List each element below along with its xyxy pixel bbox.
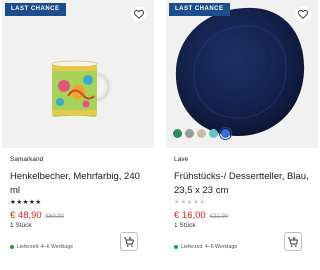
current-price: € 48,90: [10, 210, 42, 221]
product-brand: Samarkand: [10, 156, 44, 163]
product-card-plate[interactable]: LAST CHANCE Lave Frühstücks-/ Desserttel…: [166, 0, 318, 270]
original-price: €22,90: [209, 214, 229, 220]
price-row: € 16,00 €22,90: [174, 210, 228, 221]
green-dot-icon: [174, 245, 178, 249]
heart-outline-icon[interactable]: [131, 6, 147, 22]
delivery-info: Lieferzeit: 4–6 Werktage: [10, 244, 73, 250]
last-chance-badge: LAST CHANCE: [5, 3, 66, 16]
delivery-info: Lieferzeit: 4–6 Werktage: [174, 244, 237, 250]
delivery-time: Lieferzeit: 4–6 Werktage: [181, 244, 238, 250]
heart-outline-icon[interactable]: [295, 6, 311, 22]
product-image-area[interactable]: LAST CHANCE: [2, 0, 154, 148]
add-to-cart-button[interactable]: [284, 232, 302, 251]
color-swatches: [173, 126, 232, 140]
product-title[interactable]: Frühstücks-/ Dessertteller, Blau, 23,5 x…: [174, 170, 314, 198]
product-brand: Lave: [174, 156, 189, 163]
product-image-area[interactable]: LAST CHANCE: [166, 0, 318, 148]
current-price: € 16,00: [174, 210, 206, 221]
unit-label: 1 Stück: [174, 222, 196, 229]
add-to-cart-icon: [124, 236, 134, 247]
add-to-cart-icon: [288, 236, 298, 247]
rating-stars: ★★★★★: [10, 199, 42, 206]
original-price: €69,90: [45, 214, 65, 220]
color-swatch[interactable]: [219, 126, 232, 140]
product-card-mug[interactable]: LAST CHANCE Samarkand Henkelbecher, Mehr…: [2, 0, 154, 270]
rating-stars: ★★★★★: [174, 199, 206, 206]
delivery-time: Lieferzeit: 4–6 Werktage: [17, 244, 74, 250]
unit-label: 1 Stück: [10, 222, 32, 229]
color-swatch[interactable]: [197, 128, 206, 138]
green-dot-icon: [10, 245, 14, 249]
mug-image[interactable]: [2, 0, 154, 148]
color-swatch[interactable]: [209, 128, 218, 138]
price-row: € 48,90 €69,90: [10, 210, 64, 221]
color-swatch[interactable]: [173, 128, 182, 138]
add-to-cart-button[interactable]: [120, 232, 138, 251]
last-chance-badge: LAST CHANCE: [169, 3, 230, 16]
color-swatch[interactable]: [185, 128, 194, 138]
product-title[interactable]: Henkelbecher, Mehrfarbig, 240 ml: [10, 170, 150, 198]
